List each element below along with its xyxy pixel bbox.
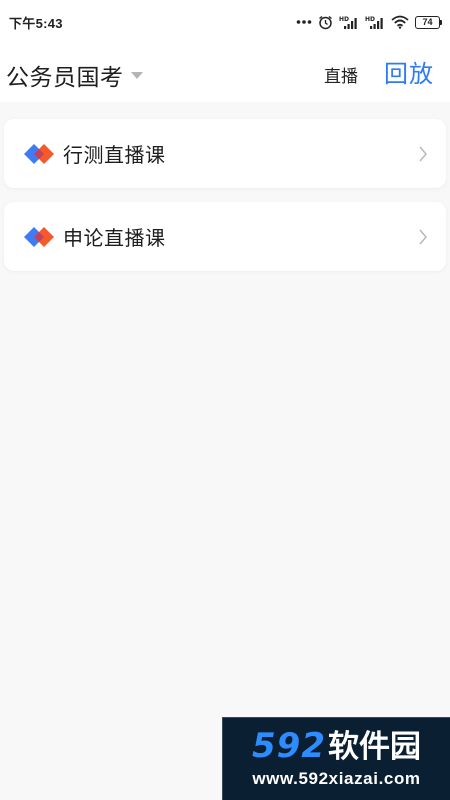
- chevron-right-icon: [419, 146, 427, 161]
- caret-down-icon: [130, 71, 143, 79]
- alarm-clock-icon: [319, 15, 332, 29]
- battery-level: 74: [415, 15, 440, 29]
- diamond-logo-icon: [24, 226, 54, 247]
- watermark-url: www.592xiazai.com: [252, 769, 421, 788]
- course-label: 申论直播课: [63, 228, 166, 250]
- status-bar: 下午5:43 HD HD 74: [0, 0, 450, 44]
- course-list: 行测直播课 申论直播课: [4, 119, 446, 285]
- watermark-brand-number: 592: [252, 726, 326, 766]
- exam-title: 公务员国考: [6, 64, 124, 90]
- header: 公务员国考 直播 回放: [0, 44, 450, 102]
- chevron-right-icon: [419, 229, 427, 244]
- course-card-xingce[interactable]: 行测直播课: [4, 119, 446, 188]
- course-label: 行测直播课: [63, 145, 166, 167]
- tab-replay[interactable]: 回放: [384, 54, 434, 89]
- diamond-logo-icon: [24, 143, 54, 164]
- status-time: 下午5:43: [9, 15, 63, 31]
- battery-icon: 74: [415, 15, 442, 29]
- course-card-shenlun[interactable]: 申论直播课: [4, 202, 446, 271]
- more-dots-icon: [296, 20, 312, 24]
- svg-text:HD: HD: [365, 16, 375, 23]
- svg-text:HD: HD: [339, 16, 349, 23]
- watermark-brand: 592 软件园: [252, 729, 421, 763]
- status-icons: HD HD 74: [296, 15, 442, 30]
- exam-type-dropdown[interactable]: 公务员国考: [6, 58, 143, 92]
- mode-tabs: 直播 回放: [324, 54, 434, 89]
- hd-signal-icon: HD: [365, 16, 383, 29]
- wifi-icon: [391, 15, 409, 29]
- hd-signal-icon: HD: [339, 16, 357, 29]
- tab-live[interactable]: 直播: [324, 62, 358, 87]
- watermark-logo: 592 软件园 www.592xiazai.com: [222, 717, 450, 800]
- watermark-brand-name: 软件园: [327, 729, 421, 764]
